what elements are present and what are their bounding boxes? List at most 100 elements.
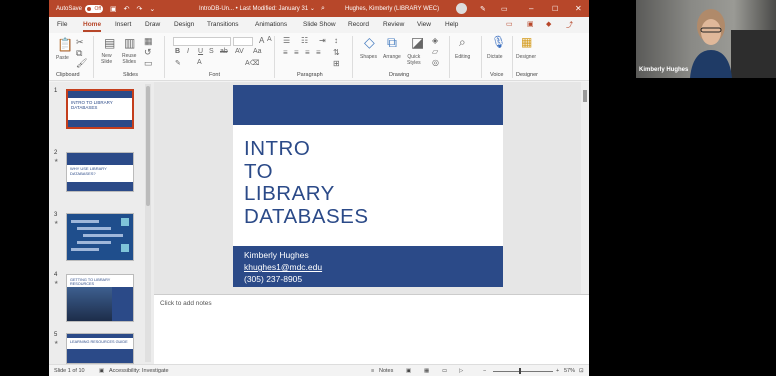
shape-fill-icon[interactable]: ◈ (432, 36, 438, 45)
smartart-icon[interactable]: ⊞ (333, 59, 340, 68)
tab-view[interactable]: View (417, 21, 431, 28)
slide-scrollbar[interactable] (581, 82, 589, 294)
notes-button[interactable]: Notes (379, 368, 393, 374)
zoom-slider-handle[interactable] (519, 368, 521, 374)
bullets-icon[interactable]: ☰ (283, 36, 290, 45)
reuse-slides-icon[interactable]: ▥ (124, 36, 135, 50)
strikethrough-icon[interactable]: ab (220, 48, 228, 55)
reset-icon[interactable]: ↺ (144, 47, 152, 58)
zoom-level[interactable]: 57% (564, 368, 575, 374)
numbering-icon[interactable]: ☷ (301, 36, 308, 45)
tab-record[interactable]: Record (348, 21, 369, 28)
shapes-icon[interactable]: ◇ (364, 34, 375, 51)
zoom-out-icon[interactable]: − (483, 368, 486, 374)
spellcheck-icon[interactable]: ▣ (99, 368, 104, 374)
font-size-field[interactable] (233, 37, 253, 46)
zoom-in-icon[interactable]: + (556, 368, 559, 374)
bold-icon[interactable]: B (175, 48, 180, 55)
decrease-font-icon[interactable]: A (267, 36, 272, 43)
maximize-icon[interactable]: ☐ (552, 5, 558, 13)
tab-draw[interactable]: Draw (145, 21, 160, 28)
indent-icon[interactable]: ⇥ (319, 36, 326, 45)
normal-view-icon[interactable]: ▣ (406, 368, 411, 374)
presenter-phone[interactable]: (305) 237-8905 (244, 274, 302, 284)
tab-help[interactable]: Help (445, 21, 458, 28)
microphone-icon[interactable]: 🎙 (491, 35, 506, 49)
close-icon[interactable]: ✕ (575, 4, 582, 13)
tab-file[interactable]: File (57, 21, 67, 28)
align-right-icon[interactable]: ≡ (305, 48, 310, 57)
increase-font-icon[interactable]: A (259, 36, 264, 45)
pen-icon[interactable]: ✎ (480, 5, 486, 13)
justify-icon[interactable]: ≡ (316, 48, 321, 57)
presenter-email[interactable]: khughes1@mdc.edu (244, 262, 322, 272)
tab-slide-show[interactable]: Slide Show (303, 21, 336, 28)
redo-icon[interactable]: ↷ (137, 5, 143, 13)
tab-review[interactable]: Review (383, 21, 404, 28)
document-title[interactable]: IntroDB-Un... • Last Modified: January 3… (199, 5, 315, 12)
slide-thumbnail-5[interactable]: LEARNING RESOURCES GUIDE (66, 333, 134, 364)
slide-thumbnail-1[interactable]: INTRO TO LIBRARY DATABASES (66, 89, 134, 129)
teams-icon[interactable]: ◆ (546, 20, 551, 28)
notes-pane[interactable]: Click to add notes (154, 294, 589, 364)
slideshow-icon[interactable]: ▷ (459, 368, 463, 374)
slide-thumbnail-2[interactable]: WHY USE LIBRARY DATABASES? (66, 152, 134, 192)
slide-sorter-icon[interactable]: ▦ (424, 368, 429, 374)
user-name[interactable]: Hughes, Kimberly (LIBRARY WEC) (345, 6, 439, 12)
slide-thumbnail-3[interactable] (66, 213, 134, 261)
highlight-icon[interactable]: ✎ (175, 59, 181, 67)
align-left-icon[interactable]: ≡ (283, 48, 288, 57)
thumbnails-scrollbar[interactable] (145, 84, 151, 362)
presenter-name[interactable]: Kimberly Hughes (244, 250, 309, 260)
find-icon[interactable]: ⌕ (459, 35, 466, 50)
ribbon-display-icon[interactable]: ▭ (501, 5, 508, 13)
accessibility-status[interactable]: Accessibility: Investigate (109, 368, 169, 374)
tab-design[interactable]: Design (174, 21, 194, 28)
tab-home[interactable]: Home (83, 21, 102, 32)
align-center-icon[interactable]: ≡ (294, 48, 299, 57)
italic-icon[interactable]: I (187, 48, 189, 55)
paste-icon[interactable]: 📋 (57, 37, 73, 53)
quick-styles-icon[interactable]: ◪ (411, 34, 424, 51)
fit-to-window-icon[interactable]: ⊡ (579, 368, 584, 374)
avatar[interactable] (456, 3, 467, 14)
clear-format-icon[interactable]: A⌫ (245, 59, 260, 67)
notes-placeholder[interactable]: Click to add notes (160, 300, 212, 307)
autosave-toggle[interactable]: Off (85, 4, 104, 13)
text-direction-icon[interactable]: ⇅ (333, 48, 340, 57)
share-icon[interactable]: ⤴ (566, 20, 573, 30)
tab-animations[interactable]: Animations (255, 21, 287, 28)
slide-title[interactable]: INTRO TO LIBRARY DATABASES (244, 137, 369, 228)
shadow-icon[interactable]: S (209, 48, 214, 55)
shape-outline-icon[interactable]: ▱ (432, 47, 438, 56)
cut-icon[interactable]: ✂ (76, 37, 84, 48)
underline-icon[interactable]: U (198, 48, 203, 55)
designer-icon[interactable]: ▦ (521, 35, 532, 49)
save-icon[interactable]: ▣ (110, 5, 117, 13)
font-color-icon[interactable]: A (197, 59, 202, 66)
transition-star-icon: ★ (54, 158, 59, 164)
char-spacing-icon[interactable]: AV (235, 48, 244, 55)
tab-transitions[interactable]: Transitions (207, 21, 239, 28)
search-icon[interactable]: ⌕ (321, 5, 325, 13)
minimize-icon[interactable]: – (529, 4, 533, 13)
layout-icon[interactable]: ▦ (144, 36, 153, 47)
comments-icon[interactable]: ▭ (506, 20, 513, 28)
reading-view-icon[interactable]: ▭ (442, 368, 447, 374)
format-painter-icon[interactable]: 🖌 (76, 58, 87, 69)
current-slide[interactable]: INTRO TO LIBRARY DATABASES Kimberly Hugh… (233, 85, 503, 287)
zoom-slider[interactable] (493, 371, 553, 372)
shape-effects-icon[interactable]: ◎ (432, 58, 439, 67)
line-spacing-icon[interactable]: ↕ (334, 36, 338, 45)
section-icon[interactable]: ▭ (144, 58, 153, 69)
tab-insert[interactable]: Insert (115, 21, 131, 28)
present-icon[interactable]: ▣ (527, 20, 534, 28)
customize-qat-icon[interactable]: ⌄ (149, 5, 155, 13)
change-case-icon[interactable]: Aa (253, 48, 262, 55)
arrange-icon[interactable]: ⧉ (387, 34, 397, 51)
new-slide-icon[interactable]: ▤ (104, 36, 115, 50)
font-name-field[interactable] (173, 37, 231, 46)
slide-thumbnail-4[interactable]: GETTING TO LIBRARY RESOURCES (66, 274, 134, 322)
undo-icon[interactable]: ↶ (124, 5, 130, 13)
notes-icon[interactable]: ≡ (371, 368, 374, 374)
